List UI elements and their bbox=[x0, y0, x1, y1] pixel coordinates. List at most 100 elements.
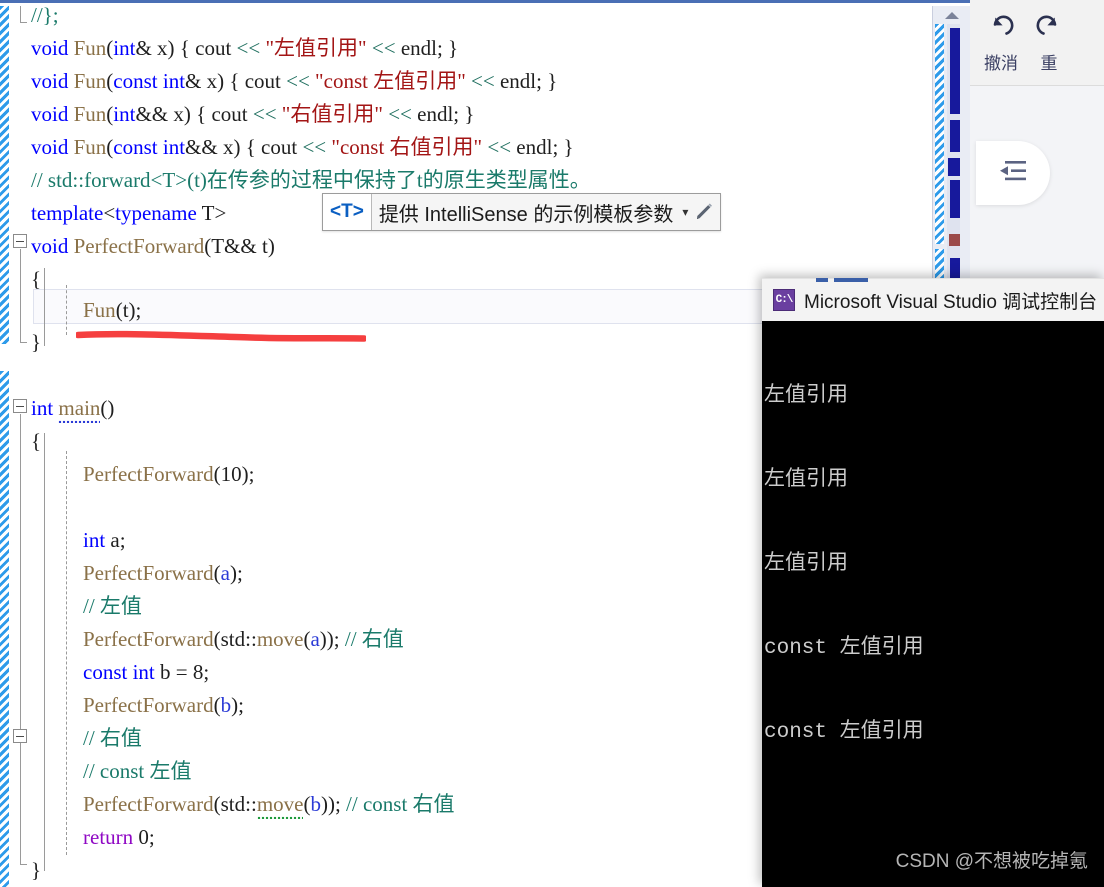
id-endl: endl bbox=[400, 36, 437, 60]
console-title-bar[interactable]: C:\ Microsoft Visual Studio 调试控制台 bbox=[762, 278, 1104, 321]
map-block-2 bbox=[950, 120, 960, 152]
collapse-panel-button[interactable] bbox=[976, 141, 1050, 205]
param-x: x bbox=[206, 69, 218, 93]
csdn-watermark: CSDN @不想被吃掉氪 bbox=[895, 851, 1088, 872]
id-std: std bbox=[220, 792, 246, 816]
string-lvalue-ref: "左值引用" bbox=[265, 36, 367, 60]
code-line-15: PerfectForward(10); bbox=[83, 462, 255, 486]
code-line-26: return 0; bbox=[83, 825, 155, 849]
code-line-4: void Fun(int&& x) { cout << "右值引用" << en… bbox=[31, 102, 475, 126]
code-line-23: // 右值 bbox=[83, 722, 142, 755]
var-a: a bbox=[310, 627, 320, 651]
fn-perfectforward: PerfectForward bbox=[83, 792, 214, 816]
num-0: 0 bbox=[138, 825, 149, 849]
id-endl: endl bbox=[417, 102, 454, 126]
chevron-down-icon[interactable]: ▾ bbox=[680, 194, 694, 230]
param-x: x bbox=[157, 36, 168, 60]
id-cout: cout bbox=[261, 135, 298, 159]
code-line-10: Fun(t); bbox=[83, 298, 142, 322]
window-nub-right bbox=[834, 278, 868, 282]
fn-perfectforward: PerfectForward bbox=[83, 693, 214, 717]
code-line-20: PerfectForward(std::move(a)); // 右值 bbox=[83, 627, 404, 651]
code-line-13: int main() bbox=[31, 392, 114, 425]
window-nub-left bbox=[816, 278, 828, 282]
fn-fun: Fun bbox=[73, 135, 107, 159]
console-line: const 左值引用 bbox=[764, 721, 924, 744]
string-rvalue-ref: "右值引用" bbox=[281, 102, 383, 126]
id-cout: cout bbox=[195, 36, 232, 60]
kw-return: return bbox=[83, 825, 134, 849]
comment-rvalue: // 右值 bbox=[83, 726, 142, 750]
code-line-21: const int b = 8; bbox=[83, 660, 210, 684]
outlining-gutter[interactable] bbox=[9, 3, 31, 887]
fn-perfectforward: PerfectForward bbox=[83, 462, 214, 486]
fold-line-main bbox=[20, 414, 21, 864]
map-block-4 bbox=[950, 180, 960, 218]
template-hint-text: 提供 IntelliSense 的示例模板参数 bbox=[378, 203, 674, 226]
kw-const: const bbox=[83, 660, 128, 684]
comment-rvalue-inline: // 右值 bbox=[344, 627, 404, 651]
comment-const-lvalue: // const 左值 bbox=[83, 759, 192, 783]
num-8: 8 bbox=[192, 660, 204, 684]
code-line-3: void Fun(const int& x) { cout << "const … bbox=[31, 69, 558, 93]
param-x: x bbox=[222, 135, 234, 159]
fold-line-perfectforward-end bbox=[20, 342, 27, 343]
fn-fun: Fun bbox=[73, 69, 107, 93]
scroll-up-arrow-icon[interactable] bbox=[933, 6, 971, 24]
type-param-T: T bbox=[211, 234, 225, 258]
kw-int: int bbox=[162, 69, 186, 93]
id-cout: cout bbox=[211, 102, 248, 126]
string-const-lvalue-ref: "const 左值引用" bbox=[315, 69, 466, 93]
kw-int: int bbox=[83, 528, 106, 552]
code-line-9: { bbox=[31, 267, 42, 291]
pencil-icon[interactable] bbox=[694, 194, 720, 230]
change-bar-upper bbox=[0, 6, 9, 344]
undo-button[interactable]: 撤消 bbox=[970, 12, 1032, 74]
kw-int: int bbox=[113, 36, 136, 60]
kw-const: const bbox=[113, 69, 158, 93]
fold-toggle-perfectforward[interactable] bbox=[13, 234, 27, 248]
code-line-8: void PerfectForward(T&& t) bbox=[31, 234, 275, 258]
collapse-left-icon bbox=[996, 158, 1030, 189]
comment-forward: // std::forward<T>(t)在传参的过程中保持了t的原生类型属性。 bbox=[31, 168, 591, 192]
redo-label: 重 bbox=[1040, 53, 1058, 73]
code-line-11: } bbox=[31, 330, 42, 354]
kw-const: const bbox=[113, 135, 158, 159]
fold-toggle-main[interactable] bbox=[13, 399, 27, 413]
code-line-5: void Fun(const int&& x) { cout << "const… bbox=[31, 135, 574, 159]
var-a: a bbox=[110, 528, 120, 552]
kw-int: int bbox=[31, 396, 54, 420]
code-line-22: PerfectForward(b); bbox=[83, 693, 244, 717]
code-line-1: //}; bbox=[31, 0, 59, 32]
redo-button[interactable]: 重 bbox=[1032, 12, 1066, 74]
kw-typename: typename bbox=[115, 201, 197, 225]
kw-void: void bbox=[31, 234, 69, 258]
type-param-T: T bbox=[201, 201, 215, 225]
string-const-rvalue-ref: "const 右值引用" bbox=[331, 135, 483, 159]
kw-void: void bbox=[31, 36, 69, 60]
id-move: move bbox=[256, 792, 304, 819]
console-line: 左值引用 bbox=[764, 469, 848, 492]
map-error-mark bbox=[949, 234, 960, 246]
fn-perfectforward: PerfectForward bbox=[73, 234, 205, 258]
intellisense-template-parameter-hint[interactable]: <T> 提供 IntelliSense 的示例模板参数 ▾ bbox=[322, 193, 722, 231]
fn-perfectforward: PerfectForward bbox=[83, 627, 214, 651]
undo-icon bbox=[986, 12, 1016, 45]
vs-debug-console-window[interactable]: C:\ Microsoft Visual Studio 调试控制台 左值引用 左… bbox=[762, 278, 1104, 887]
var-a: a bbox=[220, 561, 230, 585]
panel-toolbar: 撤消 重 bbox=[970, 0, 1104, 86]
undo-label: 撤消 bbox=[984, 53, 1018, 73]
fold-line-top-end bbox=[20, 22, 27, 23]
cmd-console-icon: C:\ bbox=[773, 289, 795, 311]
id-endl: endl bbox=[499, 69, 537, 93]
id-cout: cout bbox=[244, 69, 281, 93]
param-x: x bbox=[173, 102, 184, 126]
id-move: move bbox=[256, 627, 304, 651]
fold-toggle-inner[interactable] bbox=[13, 729, 27, 743]
code-line-2: void Fun(int& x) { cout << "左值引用" << end… bbox=[31, 36, 459, 60]
num-10: 10 bbox=[220, 462, 242, 486]
console-title-text: Microsoft Visual Studio 调试控制台 bbox=[804, 291, 1098, 313]
comment-token: //}; bbox=[31, 3, 59, 27]
code-line-27: } bbox=[31, 858, 42, 882]
